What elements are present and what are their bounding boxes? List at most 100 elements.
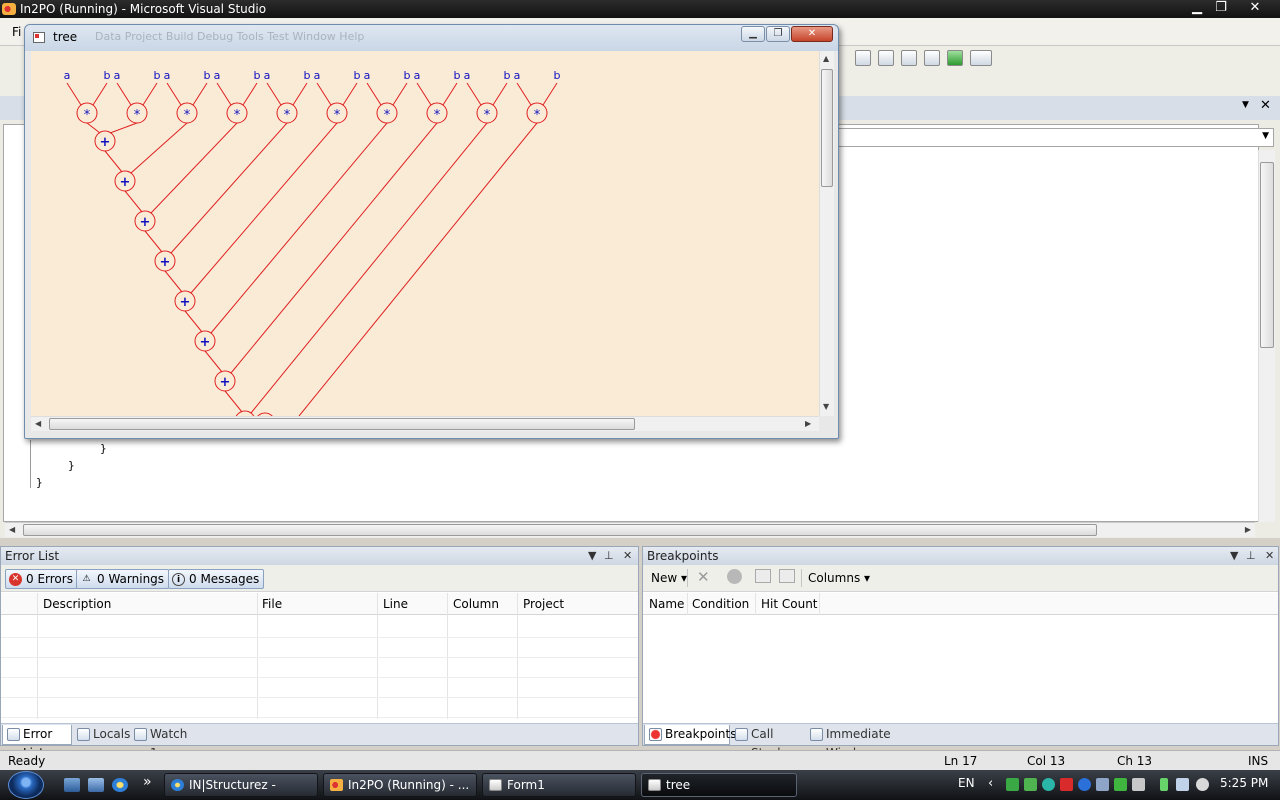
status-tray-icon[interactable] [1042, 778, 1055, 791]
scroll-left-icon[interactable]: ◀ [9, 525, 15, 534]
scroll-left-icon[interactable]: ◀ [35, 419, 41, 428]
find-icon[interactable] [855, 50, 871, 66]
network-tray-icon[interactable] [1006, 778, 1019, 791]
go-to-source-icon[interactable] [755, 569, 771, 583]
scroll-thumb[interactable] [49, 418, 635, 430]
tray-expand-icon[interactable]: ‹ [988, 776, 993, 791]
switch-windows-icon[interactable] [88, 778, 104, 792]
breakpoints-panel: Breakpoints ▼ ⊥ ✕ New ▾ ✕ Columns ▾ Name… [642, 546, 1279, 760]
start-page-icon[interactable] [947, 50, 963, 66]
go-to-disassembly-icon[interactable] [779, 569, 795, 583]
column-header-hit-count[interactable]: Hit Count [761, 597, 818, 611]
tree-window[interactable]: tree Data Project Build Debug Tools Test… [24, 24, 839, 439]
mult-node-label: * [334, 108, 341, 123]
scroll-right-icon[interactable]: ▶ [1245, 525, 1251, 534]
tree-canvas[interactable]: **********++++++++abababababababababab [31, 51, 819, 434]
pin-icon[interactable]: ⊥ [604, 547, 614, 565]
menu-file-partial[interactable]: Fi [12, 25, 21, 39]
tab-dropdown-icon[interactable]: ▼ [1242, 100, 1249, 110]
sync-tray-icon[interactable] [1024, 778, 1037, 791]
tree-edge [109, 122, 138, 134]
solution-explorer-icon[interactable] [878, 50, 894, 66]
tab-immediate-window[interactable]: Immediate Window [806, 725, 932, 760]
close-document-icon[interactable]: ✕ [1260, 98, 1271, 113]
tab-locals[interactable]: Locals [73, 725, 130, 745]
panel-menu-icon[interactable]: ▼ [1230, 547, 1238, 565]
editor-vertical-scrollbar[interactable] [1258, 150, 1275, 522]
bluetooth-icon[interactable] [1078, 778, 1091, 791]
member-combo-box[interactable]: ▼ [838, 128, 1274, 147]
command-window-icon[interactable] [970, 50, 992, 66]
expression-tree-diagram: **********++++++++abababababababababab [64, 69, 561, 434]
language-indicator[interactable]: EN [958, 776, 975, 790]
column-header-column[interactable]: Column [453, 597, 499, 611]
tree-edge [66, 82, 82, 106]
column-header-description[interactable]: Description [43, 597, 111, 611]
vs-title-bar[interactable]: In2PO (Running) - Microsoft Visual Studi… [0, 0, 1280, 18]
errors-filter-button[interactable]: ✕ 0 Errors [5, 569, 78, 589]
panel-menu-icon[interactable]: ▼ [588, 547, 596, 565]
vs-close-button[interactable]: ✕ [1246, 0, 1264, 16]
vs-maximize-button[interactable]: ❐ [1212, 0, 1230, 16]
column-header-file[interactable]: File [262, 597, 282, 611]
editor-horizontal-scrollbar[interactable]: ◀ ▶ [5, 522, 1255, 537]
tree-title-bar[interactable]: tree Data Project Build Debug Tools Test… [25, 25, 838, 51]
tree-minimize-button[interactable]: ▁ [741, 26, 765, 42]
clock[interactable]: 5:25 PM [1220, 776, 1268, 790]
scroll-up-icon[interactable]: ▲ [823, 54, 829, 63]
quick-launch-overflow[interactable]: » [143, 774, 152, 790]
network-connection-icon[interactable] [1176, 778, 1189, 791]
close-panel-icon[interactable]: ✕ [1265, 547, 1274, 565]
pin-icon[interactable]: ⊥ [1246, 547, 1256, 565]
scroll-thumb[interactable] [23, 524, 1097, 536]
battery-icon[interactable] [1160, 778, 1168, 791]
vs-minimize-button[interactable]: ▁ [1188, 0, 1206, 16]
breakpoints-column-headers: Name Condition Hit Count [643, 593, 1278, 615]
add-node-label: + [160, 255, 171, 270]
leaf-label: a [414, 69, 421, 82]
tree-vertical-scrollbar[interactable]: ▲ ▼ [819, 51, 834, 416]
volume-icon[interactable] [1196, 778, 1209, 791]
messages-filter-button[interactable]: i 0 Messages [168, 569, 265, 589]
tree-close-button[interactable]: ✕ [791, 26, 833, 42]
column-header-condition[interactable]: Condition [692, 597, 749, 611]
taskbar-item-browser[interactable]: IN|Structurez - Arabi... [164, 773, 318, 797]
toolbox-icon[interactable] [924, 50, 940, 66]
new-breakpoint-button[interactable]: New ▾ [651, 571, 687, 585]
start-button[interactable] [8, 771, 44, 799]
tree-horizontal-scrollbar[interactable]: ◀ ▶ [31, 416, 819, 431]
tab-breakpoints[interactable]: Breakpoints [644, 725, 736, 745]
watch-icon [134, 728, 147, 741]
tab-watch-1[interactable]: Watch 1 [130, 725, 196, 760]
show-desktop-icon[interactable] [64, 778, 80, 792]
properties-icon[interactable] [901, 50, 917, 66]
close-panel-icon[interactable]: ✕ [623, 547, 632, 565]
column-header-line[interactable]: Line [383, 597, 408, 611]
warnings-filter-button[interactable]: ⚠ 0 Warnings [76, 569, 170, 589]
keyboard-tray-icon[interactable] [1132, 778, 1145, 791]
disable-breakpoints-icon[interactable] [727, 569, 742, 584]
internet-explorer-icon[interactable] [112, 778, 128, 792]
column-header-project[interactable]: Project [523, 597, 564, 611]
tree-edge [492, 82, 508, 106]
taskbar-item-tree[interactable]: tree [641, 773, 797, 797]
leaf-label: a [114, 69, 121, 82]
flag-tray-icon[interactable] [1114, 778, 1127, 791]
taskbar-item-form1[interactable]: Form1 [482, 773, 636, 797]
taskbar-item-visual-studio[interactable]: In2PO (Running) - ... [323, 773, 477, 797]
column-header-name[interactable]: Name [649, 597, 684, 611]
security-tray-icon[interactable] [1060, 778, 1073, 791]
scroll-thumb[interactable] [821, 69, 833, 187]
form-icon [33, 32, 45, 43]
tab-error-list[interactable]: Error List [2, 725, 72, 760]
scroll-right-icon[interactable]: ▶ [805, 419, 811, 428]
leaf-label: a [464, 69, 471, 82]
breakpoints-tabs: Breakpoints Call Stack Immediate Window [643, 723, 1278, 760]
tab-call-stack[interactable]: Call Stack [731, 725, 805, 760]
tree-maximize-button[interactable]: ❐ [766, 26, 790, 42]
device-tray-icon[interactable] [1096, 778, 1109, 791]
columns-button[interactable]: Columns ▾ [808, 571, 870, 585]
scroll-thumb[interactable] [1260, 162, 1274, 348]
delete-icon[interactable]: ✕ [697, 568, 710, 586]
scroll-down-icon[interactable]: ▼ [823, 402, 829, 411]
